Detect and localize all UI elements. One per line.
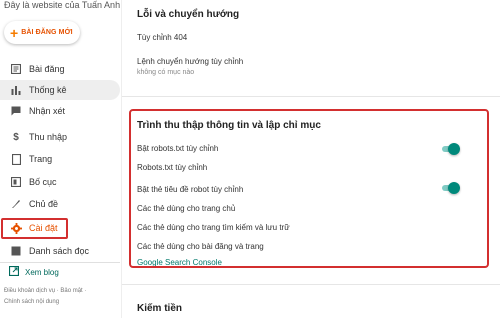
blog-name: Đây là website của Tuấn Anh — [4, 0, 121, 10]
external-link-icon — [8, 265, 20, 278]
stats-icon — [9, 85, 23, 95]
comments-icon — [9, 106, 23, 116]
sidebar-item-label: Danh sách đọc — [29, 246, 90, 256]
sidebar-item-label: Trang — [29, 154, 53, 164]
theme-icon — [9, 199, 23, 209]
settings-highlight-frame — [1, 218, 68, 239]
footer-content-policy-link[interactable]: Chính sách nội dung — [4, 299, 59, 305]
sidebar-item-label: Thống kê — [29, 85, 67, 95]
blog-selector[interactable]: Đây là website của Tuấn Anh ▼ — [4, 0, 133, 10]
view-blog-label: Xem blog — [25, 267, 59, 277]
sidebar-item-label: Nhận xét — [29, 106, 66, 116]
sidebar-divider — [0, 262, 120, 263]
pages-icon — [9, 153, 23, 165]
sidebar-item-pages[interactable]: Trang — [0, 149, 120, 169]
errors-section-title: Lỗi và chuyển hướng — [137, 9, 240, 20]
sidebar-item-layout[interactable]: Bố cục — [0, 172, 120, 192]
section-divider — [122, 284, 500, 285]
reading-list-icon — [9, 246, 23, 256]
monetization-section-title: Kiếm tiền — [137, 303, 183, 314]
footer-links[interactable]: Điều khoản dịch vụ · Bảo mật · — [4, 288, 86, 294]
layout-icon — [9, 177, 23, 187]
new-post-button[interactable]: + BÀI ĐĂNG MỚI — [4, 21, 80, 44]
sidebar-item-theme[interactable]: Chủ đề — [0, 194, 120, 214]
custom-redirects-value: không có mục nào — [137, 69, 195, 76]
crawl-section-highlight-frame — [129, 109, 489, 268]
plus-icon: + — [10, 24, 19, 41]
sidebar-item-label: Bài đăng — [29, 64, 65, 74]
sidebar-item-stats[interactable]: Thống kê — [0, 80, 120, 100]
sidebar-item-comments[interactable]: Nhận xét — [0, 101, 120, 121]
sidebar-item-earnings[interactable]: $ Thu nhập — [0, 127, 120, 147]
earnings-icon: $ — [13, 131, 19, 143]
sidebar-item-label: Bố cục — [29, 177, 57, 187]
sidebar: Đây là website của Tuấn Anh ▼ + BÀI ĐĂNG… — [0, 0, 133, 318]
sidebar-item-posts[interactable]: Bài đăng — [0, 59, 120, 79]
sidebar-item-label: Chủ đề — [29, 199, 59, 209]
sidebar-item-reading-list[interactable]: Danh sách đọc — [0, 241, 120, 261]
posts-icon — [9, 64, 23, 74]
custom-404-setting[interactable]: Tùy chỉnh 404 — [137, 33, 187, 42]
new-post-label: BÀI ĐĂNG MỚI — [21, 29, 73, 36]
section-divider — [122, 96, 500, 97]
custom-redirects-setting[interactable]: Lệnh chuyển hướng tùy chỉnh — [137, 57, 243, 66]
sidebar-item-label: Thu nhập — [29, 132, 68, 142]
view-blog-link[interactable]: Xem blog — [8, 265, 59, 278]
